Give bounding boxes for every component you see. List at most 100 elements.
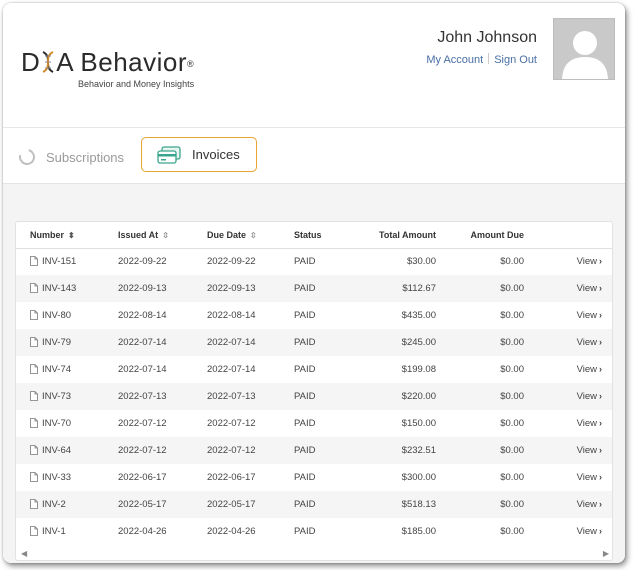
column-header-label: Due Date (207, 229, 247, 240)
table-row[interactable]: INV-143 2022-09-13 2022-09-13 PAID $112.67 $0… (16, 275, 612, 302)
invoice-number-cell[interactable]: INV-70 (16, 410, 104, 437)
total-amount-cell: $185.00 (401, 526, 436, 537)
invoice-number-cell[interactable]: INV-74 (16, 356, 104, 383)
invoice-number-cell[interactable]: INV-80 (16, 302, 104, 329)
amount-due-cell: $0.00 (436, 437, 528, 464)
total-amount-cell: $518.13 (356, 491, 436, 518)
column-header-due-date[interactable]: Due Date ⇳ (192, 222, 280, 249)
view-invoice-link[interactable]: View › (528, 275, 612, 302)
document-icon (30, 256, 38, 267)
tab-invoices[interactable]: Invoices (141, 137, 257, 172)
table-row[interactable]: INV-70 2022-07-12 2022-07-12 PAID $150.00 $0.… (16, 410, 612, 437)
issued-at-cell: 2022-07-13 (104, 383, 192, 410)
table-row[interactable]: INV-73 2022-07-13 2022-07-13 PAID $220.00 $0.… (16, 383, 612, 410)
status-cell: PAID (280, 275, 356, 302)
view-invoice-link[interactable]: View › (528, 410, 612, 437)
dna-behavior-logo[interactable]: DA Behavior® Behavior and Money Insights (21, 47, 195, 89)
view-label: View (576, 310, 597, 321)
my-account-link[interactable]: My Account (426, 54, 483, 66)
status-cell: PAID (294, 364, 316, 375)
scroll-left-icon[interactable]: ◀ (21, 549, 27, 558)
invoice-number-cell[interactable]: INV-64 (16, 437, 104, 464)
issued-at-cell: 2022-07-12 (118, 418, 167, 429)
chevron-right-icon: › (599, 418, 602, 428)
view-invoice-link[interactable]: View › (528, 302, 612, 329)
loading-spinner-icon (16, 146, 38, 168)
invoice-number: INV-73 (42, 391, 72, 402)
view-label: View (576, 499, 597, 510)
column-header-status: Status (280, 222, 356, 249)
table-row[interactable]: INV-64 2022-07-12 2022-07-12 PAID $232.51 $0.… (16, 437, 612, 464)
invoice-number-cell[interactable]: INV-143 (16, 275, 104, 302)
invoice-number-cell[interactable]: INV-33 (16, 464, 104, 491)
document-icon (30, 418, 38, 428)
table-row[interactable]: INV-79 2022-07-14 2022-07-14 PAID $245.00 $0.… (16, 329, 612, 356)
table-row[interactable]: INV-2 2022-05-17 2022-05-17 PAID $518.13 $0.0… (16, 491, 612, 518)
view-label: View (576, 256, 597, 268)
invoice-number-cell[interactable]: INV-73 (16, 383, 104, 410)
invoice-number-cell[interactable]: INV-79 (16, 329, 104, 356)
table-row[interactable]: INV-33 2022-06-17 2022-06-17 PAID $300.00 $0.… (16, 464, 612, 491)
invoice-number: INV-80 (42, 310, 72, 321)
amount-due-cell: $0.00 (436, 383, 528, 410)
issued-at-cell: 2022-09-22 (118, 256, 167, 268)
chevron-right-icon: › (599, 472, 602, 482)
column-header-label: Issued At (118, 229, 159, 240)
status-cell: PAID (280, 491, 356, 518)
invoice-number-cell[interactable]: INV-151 (16, 248, 104, 275)
total-amount-cell: $245.00 (356, 329, 436, 356)
amount-due-cell: $0.00 (436, 329, 528, 356)
invoice-number: INV-64 (42, 445, 72, 456)
due-date-cell: 2022-09-22 (207, 256, 256, 268)
chevron-right-icon: › (599, 310, 602, 320)
view-invoice-link[interactable]: View › (528, 437, 612, 464)
due-date-cell: 2022-06-17 (207, 472, 256, 483)
horizontal-scrollbar[interactable]: ◀ ▶ (16, 547, 612, 560)
tab-subscriptions[interactable]: Subscriptions (16, 146, 124, 168)
sign-out-link[interactable]: Sign Out (494, 54, 537, 66)
view-invoice-link[interactable]: View › (528, 464, 612, 491)
tab-bar: Subscriptions Invoices (3, 128, 625, 183)
due-date-cell: 2022-07-13 (192, 383, 280, 410)
view-invoice-link[interactable]: View › (528, 329, 612, 356)
user-silhouette-icon (562, 31, 608, 79)
registered-mark: ® (187, 59, 195, 69)
chevron-right-icon: › (599, 445, 602, 455)
column-header-number[interactable]: Number ⬍ (16, 222, 104, 249)
table-row[interactable]: INV-80 2022-08-14 2022-08-14 PAID $435.00 $0.… (16, 302, 612, 329)
table-row[interactable]: INV-151 2022-09-22 2022-09-22 PAID $30.00 $0.… (16, 248, 612, 275)
issued-at-cell: 2022-07-14 (118, 364, 167, 375)
table-row[interactable]: INV-74 2022-07-14 2022-07-14 PAID $199.08 $0.… (16, 356, 612, 383)
invoice-number: INV-2 (42, 499, 66, 510)
table-row[interactable]: INV-1 2022-04-26 2022-04-26 PAID $185.00 $0.0… (16, 518, 612, 545)
view-invoice-link[interactable]: View › (528, 356, 612, 383)
view-invoice-link[interactable]: View › (528, 383, 612, 410)
view-invoice-link[interactable]: View › (528, 248, 612, 275)
view-label: View (576, 283, 597, 294)
due-date-cell: 2022-09-13 (192, 275, 280, 302)
status-cell: PAID (280, 329, 356, 356)
avatar[interactable] (553, 18, 615, 80)
view-label: View (576, 418, 597, 429)
scroll-right-icon[interactable]: ▶ (603, 549, 609, 558)
issued-at-cell: 2022-09-13 (104, 275, 192, 302)
status-cell: PAID (294, 418, 316, 429)
invoice-number: INV-70 (42, 418, 72, 429)
view-invoice-link[interactable]: View › (528, 491, 612, 518)
issued-at-cell: 2022-06-17 (118, 472, 167, 483)
amount-due-cell: $0.00 (436, 275, 528, 302)
column-header-total-amount: Total Amount (356, 222, 436, 249)
due-date-cell: 2022-05-17 (192, 491, 280, 518)
chevron-right-icon: › (599, 283, 602, 293)
view-invoice-link[interactable]: View › (528, 518, 612, 545)
invoice-number-cell[interactable]: INV-2 (16, 491, 104, 518)
amount-due-cell: $0.00 (500, 472, 524, 483)
total-amount-cell: $435.00 (401, 310, 436, 321)
column-header-issued-at[interactable]: Issued At ⇳ (104, 222, 192, 249)
document-icon (30, 283, 38, 293)
logo-tagline: Behavior and Money Insights (78, 79, 195, 89)
invoice-number-cell[interactable]: INV-1 (16, 518, 104, 545)
document-icon (30, 472, 38, 482)
status-cell: PAID (294, 472, 316, 483)
view-label: View (576, 472, 597, 483)
